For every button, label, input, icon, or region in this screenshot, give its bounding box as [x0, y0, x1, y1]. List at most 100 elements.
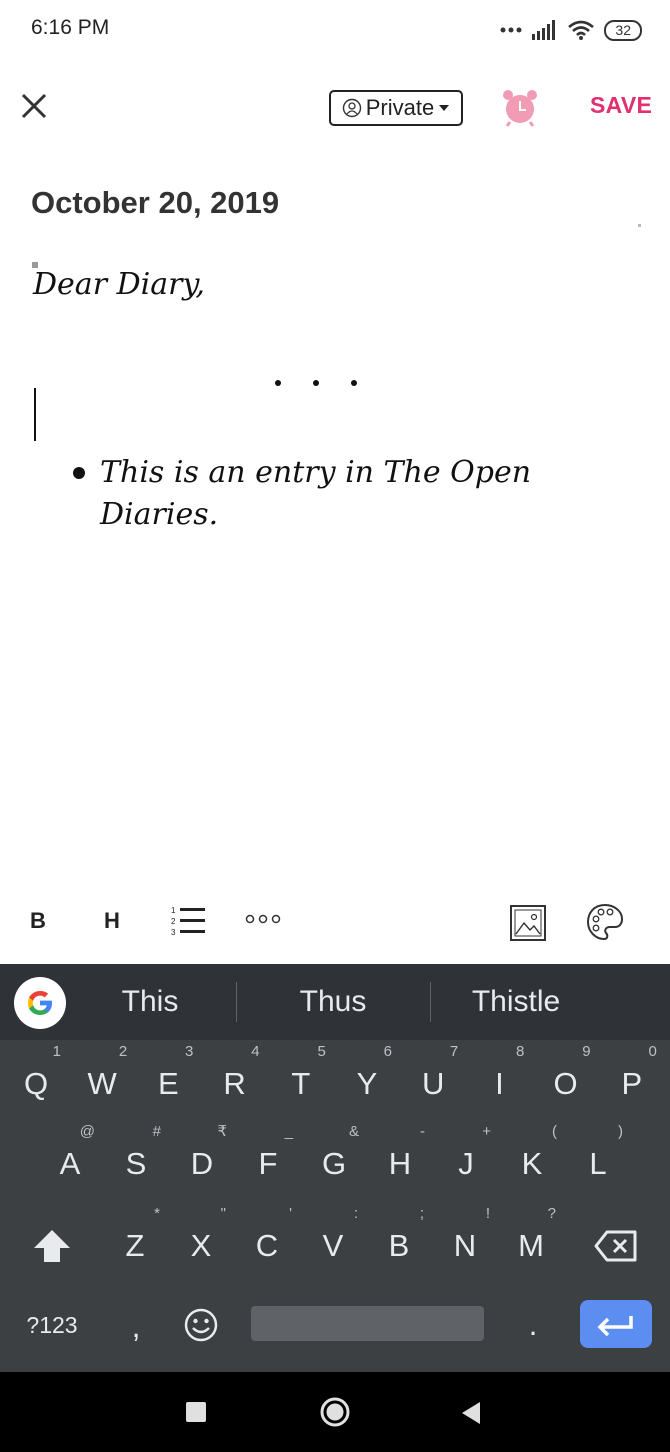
key-m[interactable]: M? — [504, 1206, 558, 1274]
key-v[interactable]: V: — [306, 1206, 360, 1274]
key-s[interactable]: S # — [109, 1124, 163, 1192]
suggestion-2[interactable]: Thus — [253, 964, 413, 1040]
key-label: J — [458, 1146, 474, 1181]
key-hint: + — [482, 1123, 491, 1140]
navigation-bar — [0, 1372, 670, 1452]
svg-text:2: 2 — [171, 917, 176, 926]
back-button[interactable] — [460, 1401, 482, 1425]
key-x[interactable]: X " — [174, 1206, 228, 1274]
google-logo-button[interactable] — [14, 977, 66, 1029]
key-hint: 7 — [449, 1043, 459, 1060]
backspace-icon — [594, 1230, 637, 1262]
enter-icon — [597, 1316, 633, 1337]
key-b[interactable]: B; — [372, 1206, 426, 1274]
key-z[interactable]: Z * — [108, 1206, 162, 1274]
reminder-button[interactable] — [500, 87, 540, 127]
greeting-text[interactable]: Dear Diary, — [33, 267, 205, 302]
key-a[interactable]: A @ — [43, 1124, 97, 1192]
key-u[interactable]: U7 — [406, 1044, 460, 1112]
shift-key[interactable] — [22, 1218, 82, 1274]
suggestion-bar: This Thus Thistle — [0, 964, 670, 1040]
key-d[interactable]: D ₹ — [175, 1124, 229, 1192]
key-label: R — [223, 1066, 246, 1101]
key-hint: ; — [419, 1205, 424, 1222]
key-hint: ? — [547, 1205, 556, 1222]
entry-date[interactable]: October 20, 2019 — [31, 185, 279, 221]
insert-image-button[interactable] — [510, 905, 546, 941]
key-hint: @ — [79, 1123, 95, 1140]
key-h[interactable]: H- — [373, 1124, 427, 1192]
emoji-key[interactable] — [174, 1297, 228, 1353]
status-time: 6:16 PM — [31, 16, 110, 39]
key-hint: 6 — [383, 1043, 392, 1060]
close-button[interactable] — [16, 88, 52, 124]
key-o[interactable]: O9 — [539, 1044, 593, 1112]
battery-indicator: 32 — [604, 19, 642, 41]
key-label: A — [59, 1146, 81, 1181]
key-label: Y — [356, 1066, 378, 1101]
key-hint: 1 — [52, 1043, 61, 1060]
key-hint: & — [348, 1123, 359, 1140]
enter-key[interactable] — [580, 1300, 652, 1348]
svg-text:3: 3 — [171, 928, 176, 937]
key-label: M — [518, 1228, 544, 1263]
status-icons: 32 — [500, 14, 642, 46]
save-button[interactable]: SAVE — [590, 92, 652, 119]
symbols-key[interactable]: ?123 — [22, 1297, 82, 1353]
key-i[interactable]: I8 — [472, 1044, 526, 1112]
key-label: W — [87, 1066, 117, 1101]
key-label: S — [125, 1146, 147, 1181]
text-cursor — [34, 388, 36, 441]
key-f[interactable]: F _ — [241, 1124, 295, 1192]
more-horizontal-icon — [245, 914, 281, 924]
key-hint: - — [420, 1123, 425, 1140]
key-hint: 8 — [516, 1043, 525, 1060]
wifi-icon — [568, 20, 595, 40]
key-label: X — [190, 1228, 212, 1263]
recents-button[interactable] — [186, 1402, 206, 1422]
key-hint: ( — [552, 1123, 557, 1140]
soft-keyboard: This Thus Thistle ?123 , . Q1 W 2 E 3 R 4… — [0, 964, 670, 1372]
suggestion-1[interactable]: This — [70, 964, 230, 1040]
key-n[interactable]: N! — [438, 1206, 492, 1274]
home-button[interactable] — [320, 1397, 350, 1427]
key-w[interactable]: W2 — [75, 1044, 129, 1112]
privacy-dropdown[interactable]: Private — [329, 90, 463, 126]
key-g[interactable]: G & — [307, 1124, 361, 1192]
close-icon — [21, 93, 47, 119]
key-hint: : — [353, 1205, 358, 1222]
key-r[interactable]: R4 — [208, 1044, 262, 1112]
backspace-key[interactable] — [586, 1218, 646, 1274]
key-label: Q — [23, 1066, 49, 1101]
key-label: E — [158, 1066, 179, 1101]
heading-button[interactable]: H — [104, 908, 120, 934]
key-q[interactable]: Q1 — [9, 1044, 63, 1112]
key-y[interactable]: Y6 — [340, 1044, 394, 1112]
key-e[interactable]: E3 — [141, 1044, 195, 1112]
key-label: G — [321, 1146, 347, 1181]
bullet-item-text[interactable]: This is an entry in The Open Diaries. — [100, 452, 570, 536]
key-hint: " — [220, 1205, 226, 1222]
person-icon — [342, 98, 361, 118]
caret-down-icon — [439, 105, 450, 111]
numbered-list-icon: 1 2 3 — [171, 906, 205, 937]
key-j[interactable]: J + — [439, 1124, 493, 1192]
theme-palette-button[interactable] — [585, 902, 625, 942]
period-key[interactable]: . — [506, 1297, 560, 1353]
space-key[interactable] — [251, 1306, 484, 1341]
numbered-list-button[interactable]: 1 2 3 — [169, 904, 209, 938]
key-k[interactable]: K( — [505, 1124, 559, 1192]
key-label: V — [322, 1228, 344, 1263]
key-t[interactable]: T5 — [274, 1044, 328, 1112]
key-label: T — [291, 1066, 311, 1101]
key-label: U — [421, 1066, 445, 1101]
more-formatting-button[interactable] — [244, 912, 284, 926]
suggestion-3[interactable]: Thistle — [436, 964, 596, 1040]
bold-button[interactable]: B — [30, 908, 46, 934]
key-p[interactable]: P0 — [605, 1044, 659, 1112]
key-c[interactable]: C ' — [240, 1206, 294, 1274]
suggestion-divider — [430, 982, 431, 1022]
comma-key[interactable]: , — [109, 1299, 163, 1355]
shift-icon — [34, 1230, 70, 1262]
key-l[interactable]: L) — [571, 1124, 625, 1192]
